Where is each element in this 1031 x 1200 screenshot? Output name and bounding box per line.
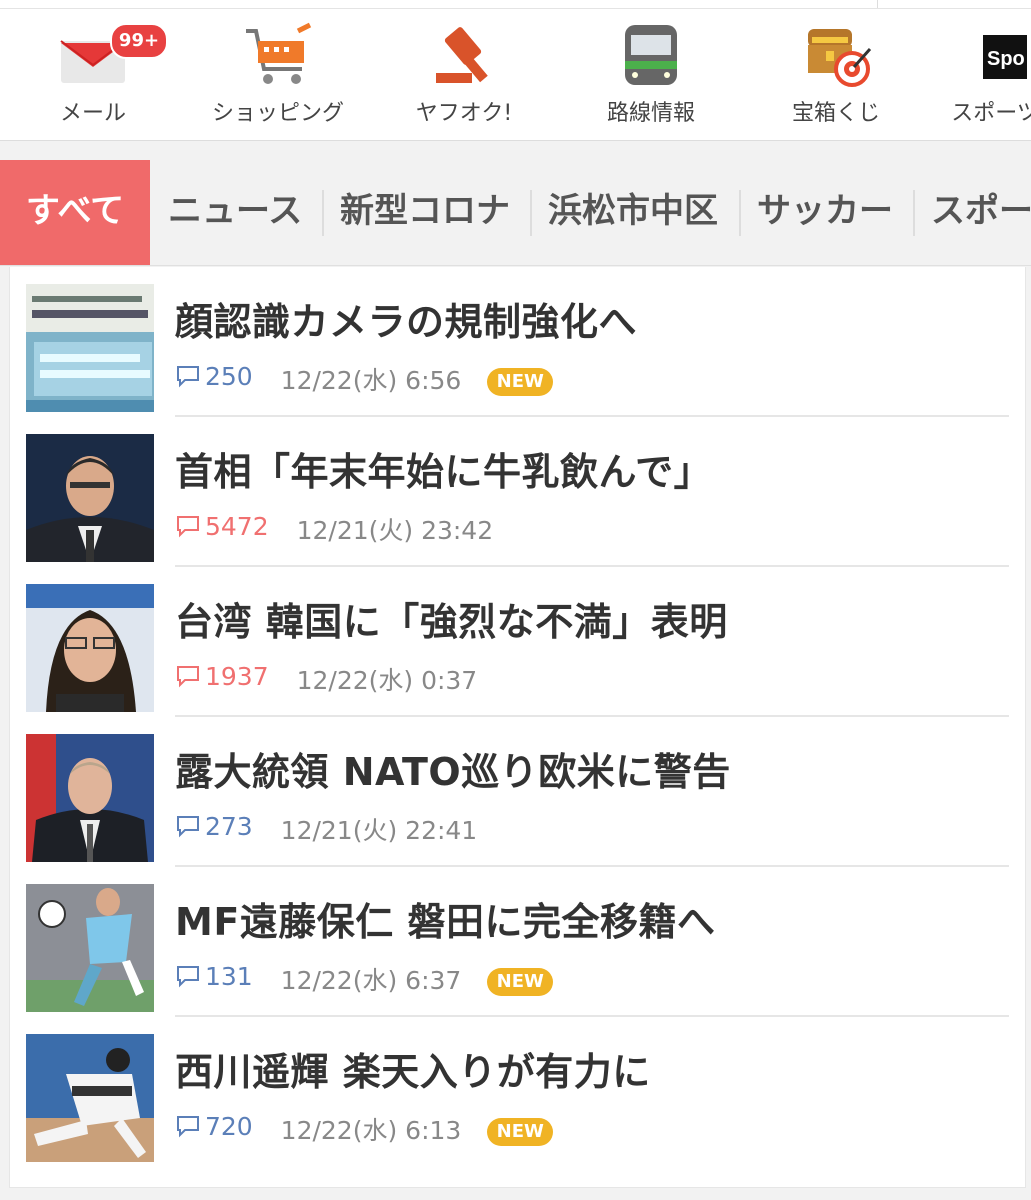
top-strip	[0, 0, 1031, 9]
news-date: 12/21(火) 23:42	[296, 516, 494, 545]
category-tabs: すべて ニュース 新型コロナ 浜松市中区 サッカー スポー	[0, 160, 1031, 266]
auction-gavel-icon	[424, 21, 504, 91]
comment-icon	[177, 366, 199, 388]
news-thumbnail	[26, 284, 154, 412]
news-meta: 5472 12/21(火) 23:42	[175, 511, 493, 547]
news-title: 顔認識カメラの規制強化へ	[175, 300, 638, 344]
news-item[interactable]: MF遠藤保仁 磐田に完全移籍へ 131 12/22(水) 6:37 NEW	[10, 867, 1025, 1017]
service-label: メール	[59, 101, 126, 126]
news-date: 12/21(火) 22:41	[280, 816, 478, 845]
sports-navi-icon: Spo	[955, 21, 1031, 91]
news-meta: 720 12/22(水) 6:13 NEW	[175, 1111, 554, 1147]
news-meta: 273 12/21(火) 22:41	[175, 811, 477, 847]
news-item[interactable]: 露大統領 NATO巡り欧米に警告 273 12/21(火) 22:41	[10, 717, 1025, 867]
service-label: ヤフオク!	[415, 101, 513, 126]
service-shortcuts: 99+ メール ショッピング ヤフオク! 路線情報 宝箱くじ Spo スポーツ	[0, 9, 1031, 141]
news-meta: 131 12/22(水) 6:37 NEW	[175, 961, 554, 997]
news-title: MF遠藤保仁 磐田に完全移籍へ	[175, 900, 716, 944]
treasure-box-icon	[796, 21, 876, 91]
comment-icon	[177, 816, 199, 838]
news-date: 12/22(水) 6:13	[280, 1116, 462, 1145]
news-date: 12/22(水) 6:56	[280, 366, 462, 395]
tab-news[interactable]: ニュース	[168, 160, 302, 265]
news-date: 12/22(水) 6:37	[280, 966, 462, 995]
service-label: 宝箱くじ	[791, 101, 880, 126]
news-title: 西川遥輝 楽天入りが有力に	[175, 1050, 651, 1094]
comment-icon	[177, 1116, 199, 1138]
news-title: 台湾 韓国に「強烈な不満」表明	[175, 600, 728, 644]
new-badge: NEW	[487, 368, 554, 396]
tab-soccer[interactable]: サッカー	[757, 160, 893, 265]
news-thumbnail	[26, 1034, 154, 1162]
comment-count-value: 5472	[205, 511, 269, 541]
news-item[interactable]: 顔認識カメラの規制強化へ 250 12/22(水) 6:56 NEW	[10, 267, 1025, 417]
tab-divider	[530, 190, 532, 236]
service-label: スポーツ	[951, 101, 1031, 126]
tab-divider	[322, 190, 324, 236]
service-shopping[interactable]: ショッピング	[188, 9, 368, 140]
new-badge: NEW	[487, 1118, 554, 1146]
unread-badge: 99+	[110, 23, 168, 59]
news-date: 12/22(水) 0:37	[296, 666, 478, 695]
comment-icon	[177, 516, 199, 538]
news-meta: 1937 12/22(水) 0:37	[175, 661, 477, 697]
comment-count-value: 273	[205, 811, 253, 841]
tab-covid[interactable]: 新型コロナ	[340, 160, 510, 265]
service-train[interactable]: 路線情報	[561, 9, 741, 140]
news-thumbnail	[26, 734, 154, 862]
comment-count-value: 131	[205, 961, 253, 991]
comment-count-value: 250	[205, 361, 253, 391]
service-treasure[interactable]: 宝箱くじ	[746, 9, 926, 140]
service-label: ショッピング	[211, 101, 344, 126]
comment-count[interactable]: 131	[175, 962, 253, 991]
sports-logo-text: Spo	[987, 48, 1025, 70]
news-list: 顔認識カメラの規制強化へ 250 12/22(水) 6:56 NEW 首相「年末…	[9, 267, 1026, 1188]
news-meta: 250 12/22(水) 6:56 NEW	[175, 361, 554, 397]
comment-count[interactable]: 1937	[175, 662, 269, 691]
news-item[interactable]: 首相「年末年始に牛乳飲んで」 5472 12/21(火) 23:42	[10, 417, 1025, 567]
comment-count[interactable]: 720	[175, 1112, 253, 1141]
news-thumbnail	[26, 584, 154, 712]
comment-count[interactable]: 273	[175, 812, 253, 841]
service-mail[interactable]: 99+ メール	[3, 9, 183, 140]
tab-hamamatsu[interactable]: 浜松市中区	[548, 160, 718, 265]
mail-icon: 99+	[53, 21, 168, 91]
new-badge: NEW	[487, 968, 554, 996]
comment-count[interactable]: 250	[175, 362, 253, 391]
service-auction[interactable]: ヤフオク!	[374, 9, 554, 140]
train-icon	[611, 21, 691, 91]
shopping-cart-icon	[238, 21, 318, 91]
news-thumbnail	[26, 884, 154, 1012]
service-label: 路線情報	[606, 101, 695, 126]
comment-count-value: 720	[205, 1111, 253, 1141]
news-title: 露大統領 NATO巡り欧米に警告	[175, 750, 731, 794]
news-item[interactable]: 西川遥輝 楽天入りが有力に 720 12/22(水) 6:13 NEW	[10, 1017, 1025, 1167]
news-item[interactable]: 台湾 韓国に「強烈な不満」表明 1937 12/22(水) 0:37	[10, 567, 1025, 717]
comment-icon	[177, 966, 199, 988]
tab-divider	[739, 190, 741, 236]
tab-sports[interactable]: スポー	[931, 160, 1031, 265]
tab-divider	[913, 190, 915, 236]
news-thumbnail	[26, 434, 154, 562]
tab-all[interactable]: すべて	[0, 160, 150, 265]
comment-count[interactable]: 5472	[175, 512, 269, 541]
comment-icon	[177, 666, 199, 688]
news-title: 首相「年末年始に牛乳飲んで」	[175, 450, 713, 494]
top-strip-divider	[877, 0, 878, 8]
service-sports[interactable]: Spo スポーツ	[905, 9, 1031, 140]
comment-count-value: 1937	[205, 661, 269, 691]
